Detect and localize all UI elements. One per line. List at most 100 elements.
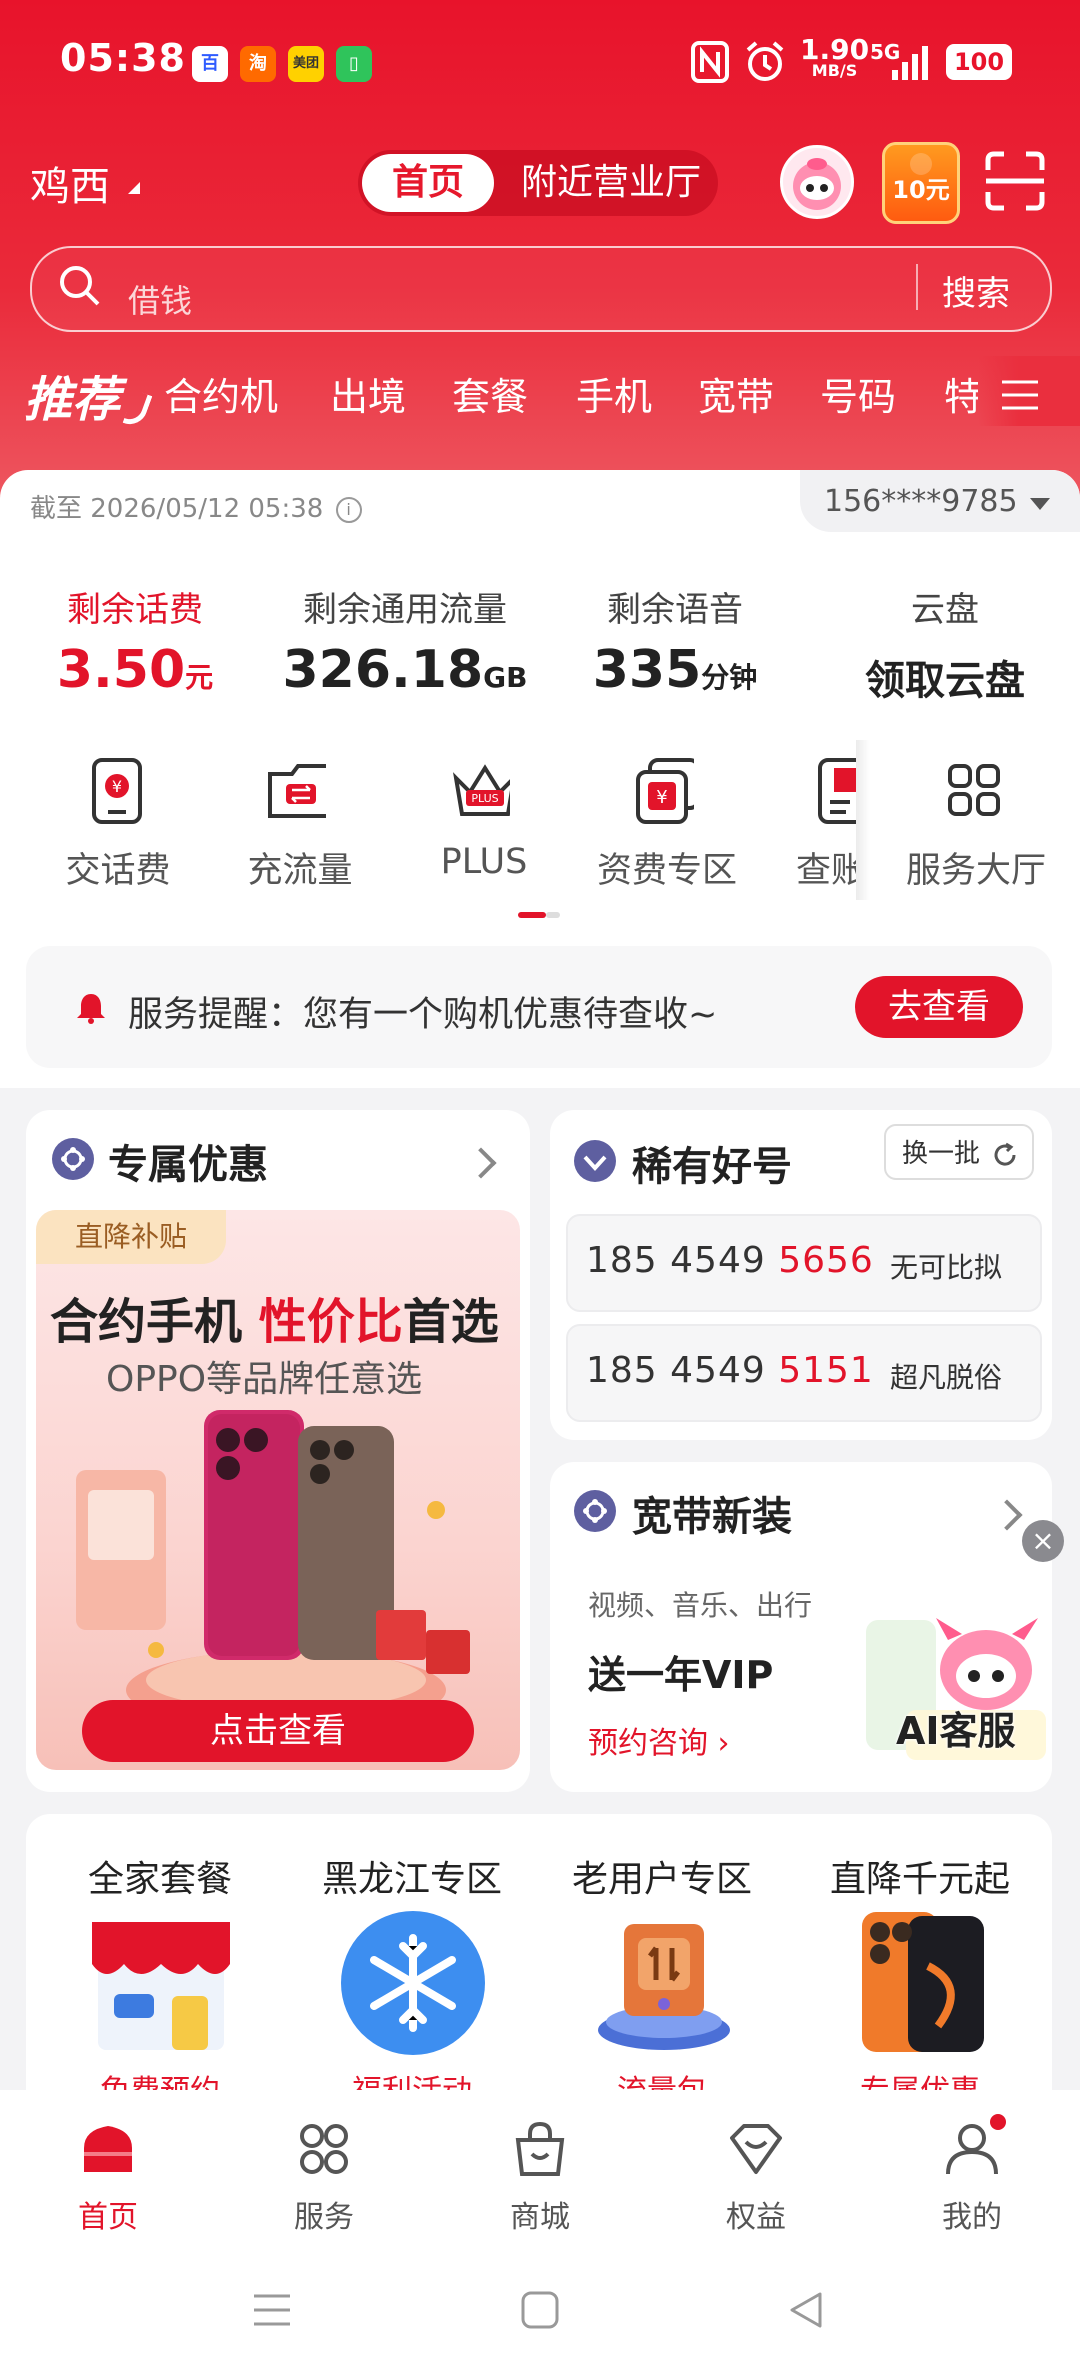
tariff-zone-icon: ¥ bbox=[636, 758, 694, 824]
number-1: 185 4549 5656 bbox=[586, 1240, 874, 1281]
category-menu-icon[interactable] bbox=[1000, 378, 1040, 412]
status-time: 05:38 bbox=[60, 36, 186, 80]
svg-text:PLUS: PLUS bbox=[471, 792, 498, 805]
alarm-icon bbox=[746, 41, 784, 81]
phone-product-icon[interactable] bbox=[858, 1906, 988, 2056]
quick-topup[interactable]: 交话费 bbox=[48, 842, 188, 893]
notification-dot bbox=[990, 2114, 1006, 2130]
phone-number: 156****9785 bbox=[824, 484, 1018, 519]
grid-old-user-title[interactable]: 老用户专区 bbox=[552, 1850, 772, 1902]
tab-home[interactable]: 首页 bbox=[362, 154, 494, 212]
bottom-navigation bbox=[0, 2090, 1080, 2266]
snowflake-icon[interactable] bbox=[340, 1910, 486, 2056]
info-icon[interactable]: i bbox=[335, 496, 362, 523]
metric-data[interactable]: 326.18GB bbox=[280, 640, 530, 700]
broadband-consult-link[interactable]: 预约咨询 › bbox=[588, 1718, 730, 1762]
svg-text:¥: ¥ bbox=[656, 787, 667, 808]
back-icon[interactable] bbox=[786, 2290, 826, 2330]
tab-nearby-stores[interactable]: 附近营业厅 bbox=[506, 154, 716, 212]
number-2: 185 4549 5151 bbox=[586, 1350, 874, 1391]
metric-cloud-label: 云盘 bbox=[911, 590, 979, 630]
ai-customer-service-label[interactable]: AI客服 bbox=[896, 1700, 1016, 1755]
exclusive-offers-title[interactable]: 专属优惠 bbox=[108, 1132, 268, 1190]
category-special-clip: 特 bbox=[944, 360, 978, 420]
close-icon[interactable]: × bbox=[1022, 1520, 1064, 1562]
metric-balance[interactable]: 3.50元 bbox=[40, 640, 230, 700]
service-hall-icon bbox=[948, 764, 1000, 816]
city-caret-icon bbox=[128, 182, 140, 194]
topup-data-icon bbox=[268, 764, 326, 818]
category-broadband[interactable]: 宽带 bbox=[698, 366, 774, 421]
home-button-icon[interactable] bbox=[520, 2290, 560, 2330]
taobao-icon: 淘 bbox=[240, 46, 276, 82]
number-1-tag: 无可比拟 bbox=[890, 1251, 1003, 1284]
unicom-logo-icon-2 bbox=[574, 1490, 616, 1532]
notice-view-button[interactable]: 去查看 bbox=[855, 976, 1023, 1038]
metric-balance-label: 剩余话费 bbox=[67, 590, 203, 630]
nav-home[interactable]: 首页 bbox=[38, 2192, 178, 2236]
nav-benefits[interactable]: 权益 bbox=[686, 2192, 826, 2236]
quick-data[interactable]: 充流量 bbox=[230, 842, 370, 893]
nav-mall[interactable]: 商城 bbox=[470, 2192, 610, 2236]
battery-app-icon: ▯ bbox=[336, 46, 372, 82]
banner-view-button[interactable]: 点击查看 bbox=[82, 1700, 474, 1762]
network-speed: 1.90 MB/S bbox=[800, 33, 870, 80]
services-icon bbox=[300, 2124, 348, 2174]
scan-icon[interactable] bbox=[984, 150, 1046, 212]
home-icon bbox=[84, 2126, 132, 2172]
broadband-subtitle: 视频、音乐、出行 bbox=[588, 1589, 813, 1622]
quick-bill[interactable]: 查账 bbox=[796, 842, 856, 893]
metric-voice-label: 剩余语音 bbox=[607, 590, 743, 630]
banner-headline: 合约手机 性价比首选 bbox=[50, 1294, 499, 1350]
shopping-bag-icon bbox=[515, 2122, 565, 2176]
nav-services[interactable]: 服务 bbox=[254, 2192, 394, 2236]
refresh-icon bbox=[994, 1142, 1016, 1166]
grid-heilongjiang-title[interactable]: 黑龙江专区 bbox=[302, 1850, 522, 1902]
number-option-1[interactable]: 185 4549 5656 无可比拟 bbox=[566, 1214, 1042, 1312]
quick-service-hall[interactable]: 服务大厅 bbox=[896, 842, 1056, 893]
nav-mine[interactable]: 我的 bbox=[902, 2192, 1042, 2236]
search-input[interactable]: 借钱 bbox=[128, 276, 192, 322]
category-plans[interactable]: 套餐 bbox=[452, 366, 528, 421]
quick-plus[interactable]: PLUS bbox=[414, 842, 554, 882]
quick-tariff[interactable]: 资费专区 bbox=[592, 842, 742, 893]
city-selector[interactable]: 鸡西 bbox=[30, 154, 110, 212]
broadband-main: 送一年VIP bbox=[588, 1653, 774, 1697]
robot-mascot-icon bbox=[793, 158, 841, 210]
metric-cloud[interactable]: 领取云盘 bbox=[840, 648, 1050, 706]
data-pack-icon[interactable] bbox=[594, 1914, 734, 2054]
coupon-button[interactable]: 10元 bbox=[882, 142, 960, 224]
category-phones[interactable]: 手机 bbox=[576, 366, 652, 421]
broadband-title: 宽带新装 bbox=[632, 1494, 792, 1540]
category-contract-phone[interactable]: 合约机 bbox=[164, 366, 278, 421]
search-button[interactable]: 搜索 bbox=[942, 266, 1010, 315]
recent-apps-icon[interactable] bbox=[252, 2292, 292, 2328]
category-numbers[interactable]: 号码 bbox=[820, 366, 896, 421]
category-special[interactable]: 特 bbox=[944, 366, 978, 420]
benefits-icon bbox=[730, 2124, 782, 2174]
quick-divider-shadow bbox=[856, 740, 870, 900]
nfc-icon bbox=[691, 41, 729, 83]
meituan-icon: 美团 bbox=[288, 46, 324, 82]
plus-crown-icon: PLUS bbox=[453, 764, 510, 816]
topup-bill-icon: ¥ bbox=[92, 758, 142, 824]
category-recommend[interactable]: 推荐 bbox=[24, 360, 120, 430]
unicom-logo-icon bbox=[52, 1138, 94, 1180]
bill-query-icon bbox=[818, 758, 856, 824]
assistant-avatar[interactable] bbox=[780, 145, 854, 219]
grid-discount-title[interactable]: 直降千元起 bbox=[810, 1850, 1030, 1902]
grid-family-plan-title[interactable]: 全家套餐 bbox=[60, 1850, 260, 1902]
number-option-2[interactable]: 185 4549 5151 超凡脱俗 bbox=[566, 1324, 1042, 1422]
battery-icon: 100 bbox=[946, 44, 1012, 80]
coin-icon bbox=[910, 153, 932, 175]
number-2-tag: 超凡脱俗 bbox=[890, 1361, 1003, 1394]
metric-voice[interactable]: 335分钟 bbox=[580, 640, 770, 700]
metric-data-label: 剩余通用流量 bbox=[303, 590, 507, 630]
category-abroad[interactable]: 出境 bbox=[330, 366, 406, 421]
refresh-numbers-button[interactable]: 换一批 bbox=[884, 1124, 1034, 1180]
page-indicator-active bbox=[518, 912, 546, 918]
store-icon[interactable] bbox=[86, 1914, 236, 2054]
signal-icon bbox=[892, 46, 928, 80]
profile-icon bbox=[946, 2124, 998, 2175]
banner-subline: OPPO等品牌任意选 bbox=[106, 1359, 423, 1400]
